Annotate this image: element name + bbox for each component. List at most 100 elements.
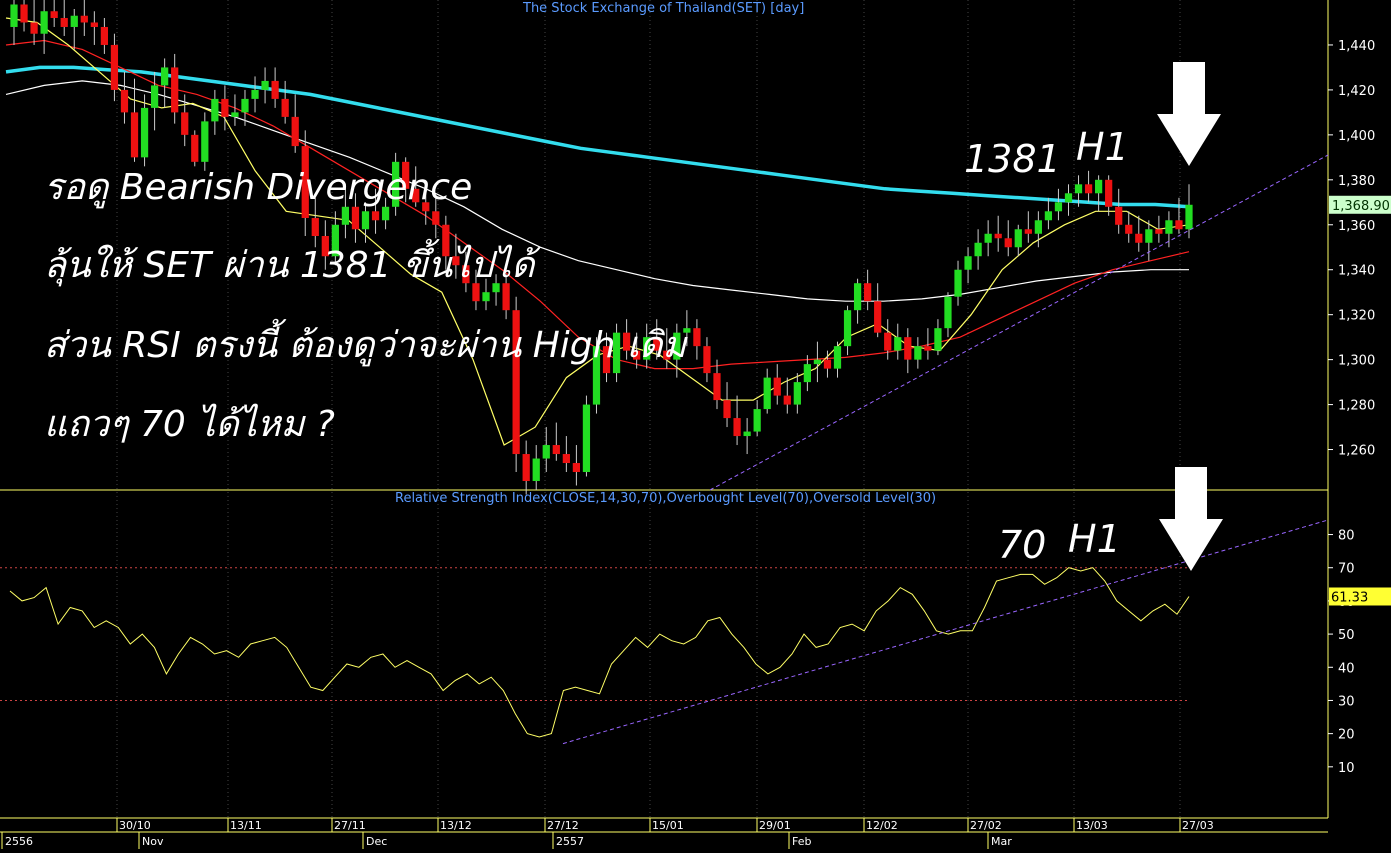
rsi-y-tick-label: 40: [1338, 661, 1355, 676]
candle: [241, 89, 249, 126]
candle: [30, 0, 38, 45]
rsi-y-tick-label: 50: [1338, 628, 1355, 643]
rsi-y-tick-label: 10: [1338, 761, 1355, 776]
candle: [1175, 197, 1183, 234]
candle: [954, 260, 962, 306]
candle-body: [60, 17, 68, 27]
candle: [512, 296, 520, 473]
candle: [1165, 211, 1173, 248]
candle: [70, 8, 78, 50]
price-last-value-text: 1,368.90: [1332, 199, 1390, 214]
candle: [1044, 197, 1053, 230]
candle: [984, 220, 992, 257]
candle-body: [432, 211, 440, 225]
candle-body: [100, 26, 108, 45]
x-month-label: 2556: [5, 835, 33, 848]
candle: [552, 422, 560, 461]
annotation-line-3: ส่วน RSI ตรงนี้ ต้องดูว่าจะผ่าน High เดิ…: [44, 325, 687, 366]
candle: [773, 364, 781, 405]
rsi-y-tick-label: 80: [1338, 529, 1355, 544]
candle: [753, 400, 761, 437]
candle: [291, 94, 299, 153]
candle-body: [753, 409, 761, 432]
price-y-tick-label: 1,400: [1338, 129, 1375, 144]
candle: [813, 341, 822, 383]
candle-body: [1175, 220, 1183, 230]
candle: [100, 17, 108, 54]
candle: [281, 80, 289, 124]
candle: [1145, 220, 1153, 261]
price-y-tick-label: 1,420: [1338, 84, 1375, 99]
candle-body: [20, 4, 28, 23]
candle: [974, 229, 982, 270]
candle-body: [853, 283, 862, 311]
candle: [723, 382, 731, 428]
candle: [140, 94, 149, 167]
price-trendline: [709, 154, 1329, 491]
candle: [964, 247, 972, 284]
candle-body: [693, 328, 701, 347]
candle-body: [703, 346, 711, 374]
candle: [793, 373, 801, 414]
candle: [904, 328, 912, 374]
candle: [251, 76, 259, 113]
candle: [934, 319, 942, 356]
candle: [60, 0, 68, 36]
x-day-tick-label: 27/03: [1182, 819, 1214, 832]
candle: [562, 436, 570, 473]
price-y-tick-label: 1,360: [1338, 219, 1375, 234]
candle-body: [542, 445, 550, 459]
candle-body: [80, 15, 88, 23]
candle: [201, 112, 209, 171]
candle-body: [171, 67, 179, 113]
candle-body: [874, 301, 882, 333]
candle-body: [1185, 204, 1193, 230]
candle: [693, 319, 701, 360]
candle: [884, 319, 892, 360]
candle-body: [823, 359, 832, 369]
candle-body: [954, 269, 962, 297]
x-day-tick-label: 13/03: [1076, 819, 1108, 832]
candle-body: [964, 256, 972, 270]
candle-body: [271, 80, 279, 99]
x-month-label: Mar: [991, 835, 1012, 848]
candle-body: [1155, 229, 1163, 234]
candle: [713, 359, 721, 410]
candle-body: [1074, 184, 1083, 194]
candle-body: [974, 242, 982, 257]
candle-body: [572, 463, 581, 473]
candle-body: [783, 395, 791, 405]
candle: [783, 377, 791, 414]
x-day-tick-label: 27/11: [334, 819, 366, 832]
candle: [853, 278, 862, 324]
candle-body: [130, 112, 139, 158]
candle-body: [763, 377, 771, 410]
price-y-tick-label: 1,320: [1338, 309, 1375, 324]
candle-body: [221, 98, 229, 117]
candle-body: [713, 373, 721, 401]
rsi-y-tick-label: 70: [1338, 562, 1355, 577]
candle-body: [371, 211, 380, 221]
candle: [191, 130, 199, 167]
rsi-down-arrow-icon: [1159, 467, 1223, 571]
x-day-tick-label: 13/12: [440, 819, 472, 832]
candle-body: [150, 85, 159, 108]
candle: [1135, 215, 1143, 252]
candle-body: [843, 310, 852, 347]
candle-body: [894, 337, 902, 351]
candle-body: [361, 211, 370, 230]
price-down-arrow-icon: [1157, 62, 1221, 166]
candle: [120, 71, 129, 124]
candle-body: [944, 296, 952, 329]
rsi-trendline: [562, 519, 1329, 745]
candle: [80, 0, 88, 36]
price-y-tick-label: 1,440: [1338, 39, 1375, 54]
candle-body: [261, 80, 269, 90]
candle-body: [140, 107, 149, 158]
candle-body: [984, 233, 992, 243]
candle: [803, 355, 811, 392]
candle: [50, 0, 58, 27]
candle: [150, 71, 159, 131]
candle-body: [1095, 179, 1103, 194]
candle-body: [813, 359, 822, 365]
